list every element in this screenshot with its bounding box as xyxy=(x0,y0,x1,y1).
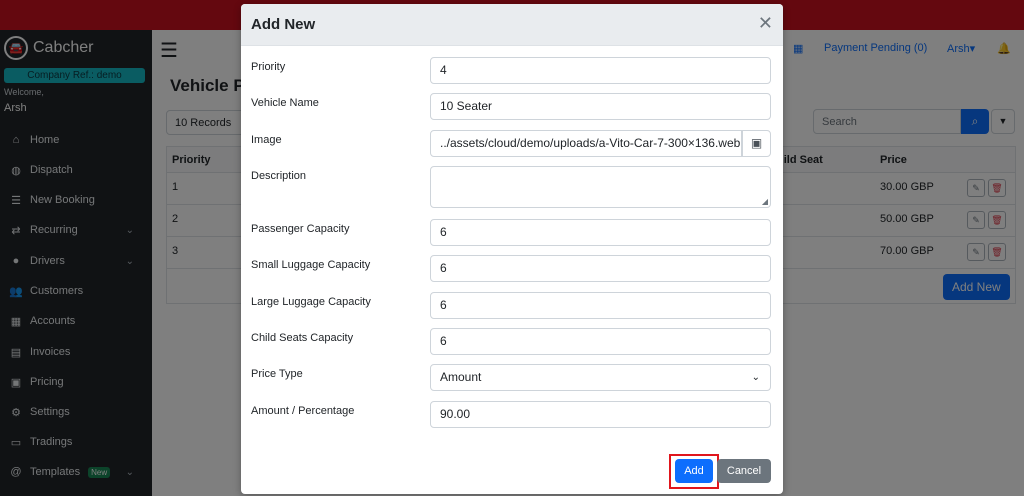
description-row: Description ◢ xyxy=(241,166,783,208)
vehicle-name-input[interactable]: 10 Seater xyxy=(430,93,771,120)
vehicle-name-label: Vehicle Name xyxy=(251,97,319,109)
amount-label: Amount / Percentage xyxy=(251,405,355,417)
large-luggage-row: Large Luggage Capacity 6 xyxy=(241,292,783,320)
child-seats-label: Child Seats Capacity xyxy=(251,332,354,344)
priority-input[interactable]: 4 xyxy=(430,57,771,84)
image-row: Image ../assets/cloud/demo/uploads/a-Vit… xyxy=(241,130,783,158)
vehicle-name-row: Vehicle Name 10 Seater xyxy=(241,93,783,121)
large-luggage-input[interactable]: 6 xyxy=(430,292,771,319)
price-type-label: Price Type xyxy=(251,368,303,380)
passenger-capacity-row: Passenger Capacity 6 xyxy=(241,219,783,247)
small-luggage-row: Small Luggage Capacity 6 xyxy=(241,255,783,283)
price-type-row: Price Type Amount ⌄ xyxy=(241,364,783,392)
description-textarea[interactable]: ◢ xyxy=(430,166,771,208)
chevron-down-icon: ⌄ xyxy=(751,372,760,383)
child-seats-row: Child Seats Capacity 6 xyxy=(241,328,783,356)
image-label: Image xyxy=(251,134,282,146)
priority-label: Priority xyxy=(251,61,286,73)
description-label: Description xyxy=(251,170,307,182)
image-picker-button[interactable]: ▣ xyxy=(742,130,771,157)
large-luggage-label: Large Luggage Capacity xyxy=(251,296,371,308)
amount-input[interactable]: 90.00 xyxy=(430,401,771,428)
add-button[interactable]: Add xyxy=(675,459,713,483)
amount-row: Amount / Percentage 90.00 xyxy=(241,401,783,429)
price-type-select[interactable]: Amount ⌄ xyxy=(430,364,771,391)
passenger-capacity-label: Passenger Capacity xyxy=(251,223,350,235)
close-icon[interactable]: ✕ xyxy=(758,14,773,32)
small-luggage-label: Small Luggage Capacity xyxy=(251,259,371,271)
cancel-button[interactable]: Cancel xyxy=(717,459,771,483)
child-seats-input[interactable]: 6 xyxy=(430,328,771,355)
image-icon: ▣ xyxy=(750,136,763,150)
resize-grip-icon[interactable]: ◢ xyxy=(762,197,768,206)
image-input[interactable]: ../assets/cloud/demo/uploads/a-Vito-Car-… xyxy=(430,130,742,157)
add-new-modal: Add New ✕ Priority 4 Vehicle Name 10 Sea… xyxy=(241,4,783,494)
price-type-value: Amount xyxy=(440,370,482,384)
modal-header: Add New ✕ xyxy=(241,4,783,46)
passenger-capacity-input[interactable]: 6 xyxy=(430,219,771,246)
priority-row: Priority 4 xyxy=(241,57,783,85)
modal-title: Add New xyxy=(251,16,316,33)
small-luggage-input[interactable]: 6 xyxy=(430,255,771,282)
